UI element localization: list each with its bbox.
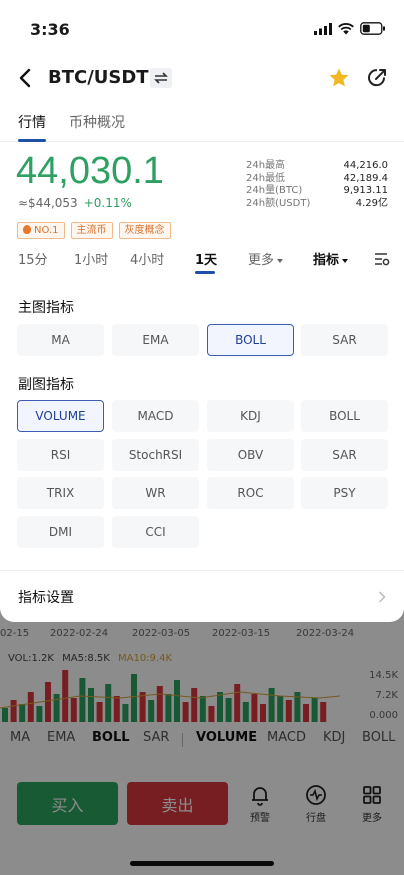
stat-value: 4.29亿 — [355, 197, 388, 209]
signal-icon — [314, 22, 332, 35]
period-1h[interactable]: 1小时 — [74, 249, 108, 268]
sub-indicator-kdj[interactable]: KDJ — [207, 400, 294, 432]
sub-indicator-sar[interactable]: SAR — [301, 439, 388, 471]
more-periods-label: 更多 — [248, 253, 275, 268]
page-tabs: 行情 币种概况 — [0, 108, 404, 142]
swap-icon — [154, 72, 168, 84]
price-sub: ≈$44,053 +0.11% — [18, 196, 132, 210]
chevron-right-icon — [378, 591, 386, 603]
stat-key: 24h额(USDT) — [246, 197, 311, 209]
indicator-settings-label: 指标设置 — [18, 590, 74, 606]
period-indicator — [195, 271, 215, 274]
caret-down-icon — [277, 259, 284, 263]
status-icons — [314, 22, 386, 35]
back-icon[interactable] — [16, 64, 36, 92]
sub-indicator-stochrsi[interactable]: StochRSI — [112, 439, 199, 471]
stat-value: 42,189.4 — [343, 172, 388, 184]
caret-down-icon — [342, 259, 349, 263]
status-time: 3:36 — [30, 20, 70, 39]
tag-label: NO.1 — [34, 225, 59, 236]
sub-indicator-volume[interactable]: VOLUME — [17, 400, 104, 432]
tab-market[interactable]: 行情 — [18, 112, 46, 132]
stat-key: 24h最低 — [246, 172, 286, 184]
star-icon[interactable] — [328, 67, 350, 89]
indicator-dropdown[interactable]: 指标 — [313, 249, 349, 268]
sub-indicator-title: 副图指标 — [18, 377, 74, 393]
main-indicator-ma[interactable]: MA — [17, 324, 104, 356]
tag-list: NO.1 主流币 灰度概念 — [17, 222, 171, 239]
sub-indicator-trix[interactable]: TRIX — [17, 477, 104, 509]
status-bar: 3:36 — [0, 0, 404, 56]
stat-row: 24h额(USDT) 4.29亿 — [246, 198, 388, 211]
more-periods-dropdown[interactable]: 更多 — [248, 249, 284, 268]
indicator-label: 指标 — [313, 253, 340, 268]
category-tag[interactable]: 主流币 — [70, 222, 113, 239]
period-bar: 15分 1小时 4小时 1天 更多 指标 — [0, 248, 404, 274]
concept-tag[interactable]: 灰度概念 — [118, 222, 171, 239]
stat-key: 24h量(BTC) — [246, 185, 303, 196]
swap-pair-button[interactable] — [150, 68, 172, 88]
main-indicator-title: 主图指标 — [18, 300, 74, 316]
fire-icon — [23, 225, 31, 234]
sub-indicator-obv[interactable]: OBV — [207, 439, 294, 471]
tab-indicator — [18, 139, 46, 142]
wifi-icon — [338, 22, 354, 34]
main-indicator-ema[interactable]: EMA — [112, 324, 199, 356]
stat-key: 24h最高 — [246, 160, 286, 171]
sub-indicator-psy[interactable]: PSY — [301, 477, 388, 509]
pair-title[interactable]: BTC/USDT — [48, 67, 149, 88]
price-change: +0.11% — [83, 196, 132, 210]
sub-indicator-boll[interactable]: BOLL — [301, 400, 388, 432]
stat-row: 24h量(BTC) 9,913.11 — [246, 185, 388, 198]
main-indicator-sar[interactable]: SAR — [301, 324, 388, 356]
share-icon[interactable] — [366, 67, 388, 89]
period-4h[interactable]: 4小时 — [130, 249, 164, 268]
main-indicator-boll[interactable]: BOLL — [207, 324, 294, 356]
sub-indicator-cci[interactable]: CCI — [112, 516, 199, 548]
sub-indicator-rsi[interactable]: RSI — [17, 439, 104, 471]
chart-settings-icon[interactable] — [374, 251, 390, 267]
rank-tag[interactable]: NO.1 — [17, 222, 65, 239]
fiat-price: ≈$44,053 — [18, 196, 78, 210]
stat-value: 44,216.0 — [343, 160, 388, 171]
period-1d[interactable]: 1天 — [195, 249, 217, 268]
indicator-panel: 3:36 BTC/USDT 行情 币种概况 44,030.1 ≈$44,053 +… — [0, 0, 404, 622]
nav-bar: BTC/USDT — [0, 60, 404, 96]
battery-icon — [360, 22, 385, 35]
stat-value: 9,913.11 — [343, 185, 388, 196]
sub-indicator-macd[interactable]: MACD — [112, 400, 199, 432]
stat-row: 24h最高 44,216.0 — [246, 160, 388, 173]
sub-indicator-wr[interactable]: WR — [112, 477, 199, 509]
period-15m[interactable]: 15分 — [18, 249, 48, 268]
stats-table: 24h最高 44,216.0 24h最低 42,189.4 24h量(BTC) 9,9… — [246, 160, 388, 210]
sub-indicator-dmi[interactable]: DMI — [17, 516, 104, 548]
last-price: 44,030.1 — [16, 150, 164, 192]
sub-indicator-roc[interactable]: ROC — [207, 477, 294, 509]
indicator-settings-row[interactable]: 指标设置 — [0, 570, 404, 622]
stat-row: 24h最低 42,189.4 — [246, 173, 388, 186]
tab-coin-overview[interactable]: 币种概况 — [69, 112, 125, 132]
